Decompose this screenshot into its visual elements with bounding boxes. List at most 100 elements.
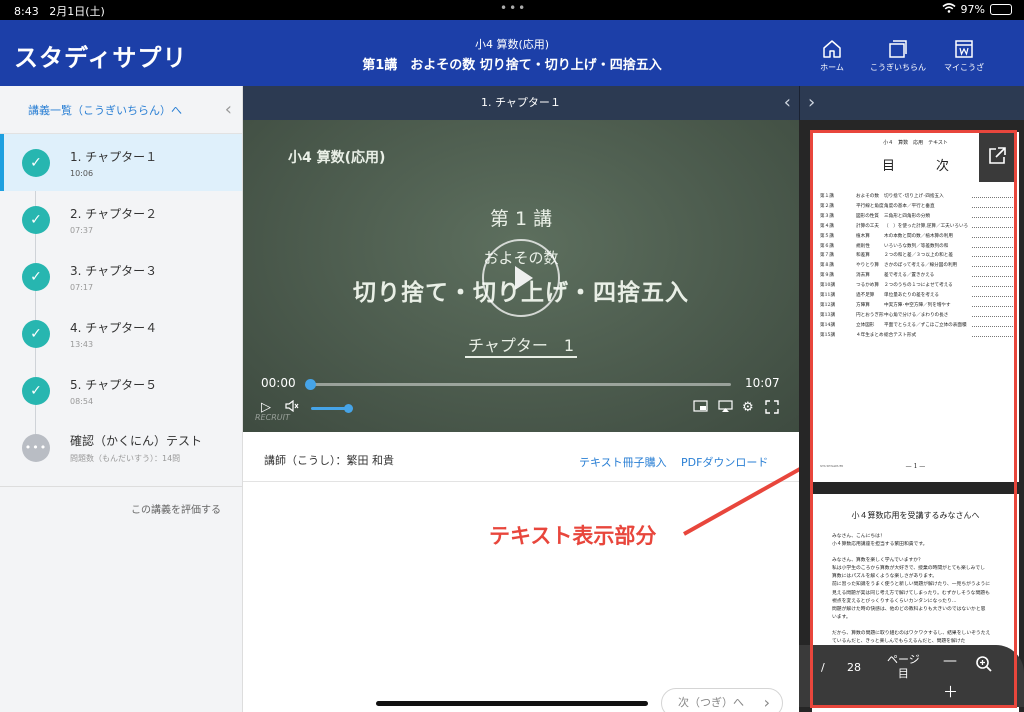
status-time: 8:43 2月1日(土) (14, 5, 105, 18)
chevron-left-icon[interactable]: ‹ (784, 86, 791, 120)
text-pane-toggle[interactable]: › (799, 86, 1024, 120)
toc-topic: 差で考える／置きかえる (884, 273, 935, 279)
toc-topic: ２つの和と差／３つ以上の和と差 (884, 253, 953, 259)
toc-number: 第６講 (820, 243, 834, 249)
status-right: 97% (942, 3, 1012, 16)
nav-home[interactable]: ホーム (802, 38, 862, 73)
toc-row: 第６講 規則性 いろいろな数列／等差数列の和 (820, 242, 1013, 252)
teacher-name: 講師（こうし）：繁田 和貴 (264, 454, 394, 467)
toc-number: 第８講 (820, 263, 834, 269)
progress-bar[interactable] (305, 379, 731, 390)
chapter-title: 5. チャプター５ (70, 377, 158, 392)
airplay-icon[interactable] (718, 400, 733, 417)
nav-lecture-list[interactable]: こうぎいちらん (868, 38, 928, 73)
external-link-icon (989, 147, 1006, 164)
confirmation-test-item[interactable]: ••• 確認（かくにん）テスト 問題数（もんだいすう）：14問 (0, 419, 242, 476)
chevron-right-icon[interactable]: › (808, 92, 815, 113)
body-line: 私は小学生のころから算数が大好きで、授業の時間がとても楽しみでし (832, 566, 985, 572)
toc-number: 第７講 (820, 253, 834, 259)
video-player[interactable]: 小4 算数(応用) 第 1 講 およその数 切り捨て・切り上げ・四捨五入 チャプ… (243, 120, 799, 432)
toc-row: 第12講 方陣算 中実方陣･中空方陣／列を増やす (820, 301, 1013, 311)
buy-textbook-link[interactable]: テキスト冊子購入 (579, 454, 667, 470)
fullscreen-icon[interactable] (765, 400, 779, 418)
zoom-in-plus-button[interactable]: ＋ (943, 681, 958, 702)
toc-number: 第３講 (820, 213, 834, 219)
text-pane[interactable]: 小４ 算数 応用 テキスト 目 次 第１講 およその数 切り捨て･切り上げ･四捨五入… (799, 120, 1024, 712)
board-underline (465, 356, 577, 358)
toc-subject: 方陣算 (856, 302, 870, 308)
settings-gear-icon[interactable]: ⚙ (742, 400, 754, 415)
toc-row: 第７講 和差算 ２つの和と差／３つ以上の和と差 (820, 251, 1013, 261)
toc-row: 第13講 円とおうぎ形 中心角で分ける／まわりの長さ (820, 311, 1013, 321)
toc-subject: ４年生まとめ (856, 332, 884, 338)
toc-number: 第15講 (820, 332, 836, 338)
toc-subject: 和差算 (856, 253, 870, 259)
toc-subject: 平行線と角度 (856, 203, 884, 209)
chapter-duration: 13:43 (70, 339, 94, 349)
toc-row: 第５講 植木算 木の本数と間の数／植木算の利用 (820, 232, 1013, 242)
test-question-count: 問題数（もんだいすう）：14問 (70, 453, 181, 463)
page-list-button[interactable]: ページ 目 (887, 653, 920, 681)
toc-row: 第１講 およその数 切り捨て･切り上げ･四捨五入 (820, 192, 1013, 202)
current-time: 00:00 (261, 376, 296, 390)
zoom-in-icon[interactable] (975, 655, 993, 676)
toc-subject: 立体図形 (856, 322, 875, 328)
toc-subject: つるかめ算 (856, 283, 879, 289)
toc-number: 第12講 (820, 302, 836, 308)
check-icon: ✓ (22, 262, 50, 291)
progress-knob[interactable] (305, 379, 316, 390)
page-total: 28 (847, 661, 861, 674)
volume-slider[interactable] (311, 404, 353, 413)
board-chapter: チャプター 1 (467, 336, 575, 355)
app-header: スタディサプリ 小4 算数(応用) 第1講 およその数 切り捨て・切り上げ・四捨… (0, 20, 1024, 86)
body-line: だから、算数の問題に取り組むのはワクワクするし、結果をしいぞうたえ (832, 630, 991, 636)
toc-row: 第11講 過不足算 単位量あたりの差を考える (820, 291, 1013, 301)
chapter-title: 4. チャプター４ (70, 320, 158, 335)
home-indicator[interactable] (376, 701, 648, 706)
picture-in-picture-icon[interactable] (693, 400, 708, 416)
chapter-item-1[interactable]: ✓ 1. チャプター１ 10:06 (0, 134, 242, 191)
board-subject: 小4 算数(応用) (288, 150, 386, 166)
rate-lecture-link[interactable]: この講義を評価する (0, 486, 243, 516)
toc-number: 第11講 (820, 293, 836, 299)
lecture-list-link[interactable]: 講義一覧（こうぎいちらん）へ ‹ (0, 86, 242, 134)
page-number: — 1 — (905, 463, 926, 470)
toc-number: 第10講 (820, 283, 836, 289)
toc-topic: （ ）を使った計算,逆算／工夫いろいろ (884, 223, 969, 229)
chapter-duration: 08:54 (70, 396, 94, 406)
chapter-bar-title: 1. チャプター１ (481, 96, 561, 109)
body-line: 前に習った知識をうまく使うと新しい問題が解けたり、一見ちがうように (832, 582, 991, 588)
chapter-item-2[interactable]: ✓ 2. チャプター２ 07:37 (0, 191, 242, 248)
next-button[interactable]: 次（つぎ）へ › (661, 688, 783, 712)
page-list-label: ページ 目 (887, 653, 920, 680)
toc-subject: 円とおうぎ形 (856, 312, 884, 318)
toc-row: 第10講 つるかめ算 ２つのうちの１つによせて考える (820, 281, 1013, 291)
toc-subject: およその数 (856, 194, 879, 199)
page-title: 小４算数応用を受講するみなさんへ (851, 511, 980, 520)
body-line: みなさん、算数を楽しく学んでいますか？ (832, 558, 923, 564)
toc-number: 第１講 (820, 194, 834, 199)
toc-topic: 角度の基本／平行と垂直 (884, 203, 935, 209)
zoom-out-button[interactable]: — (943, 653, 957, 669)
volume-knob[interactable] (343, 404, 353, 413)
multitask-dots[interactable]: ••• (500, 1, 527, 15)
body-line (832, 622, 1015, 630)
chapter-item-4[interactable]: ✓ 4. チャプター４ 13:43 (0, 305, 242, 362)
toc-row: 第９講 消去算 差で考える／置きかえる (820, 271, 1013, 281)
toc-row: 第８講 やりとり算 さかのぼって考える／線分図の利用 (820, 261, 1013, 271)
body-line: 算数にはパズルを解くような楽しさがあります。 (832, 574, 938, 580)
chapter-bar: 1. チャプター１ ‹ (243, 86, 799, 120)
open-external-button[interactable] (979, 130, 1015, 182)
chapter-duration: 07:17 (70, 282, 94, 292)
nav-my-course[interactable]: マイこうざ (934, 38, 994, 73)
chapter-title: 1. チャプター１ (70, 149, 158, 164)
toc-topic: 中心角で分ける／まわりの長さ (884, 312, 949, 318)
toc-row: 第２講 平行線と角度 角度の基本／平行と垂直 (820, 202, 1013, 212)
chevron-left-icon[interactable]: ‹ (225, 99, 232, 120)
chapter-item-3[interactable]: ✓ 3. チャプター３ 07:17 (0, 248, 242, 305)
chapter-item-5[interactable]: ✓ 5. チャプター５ 08:54 (0, 362, 242, 419)
page-body: みなさん、こんにちは！ 小４算数応用講座を担当する繁田和貴です。 みなさん、算数を楽… (832, 533, 1015, 646)
play-button[interactable] (482, 239, 560, 317)
board-lecture: 第 1 講 (489, 208, 553, 230)
body-line: みなさん、こんにちは！ (832, 534, 885, 539)
